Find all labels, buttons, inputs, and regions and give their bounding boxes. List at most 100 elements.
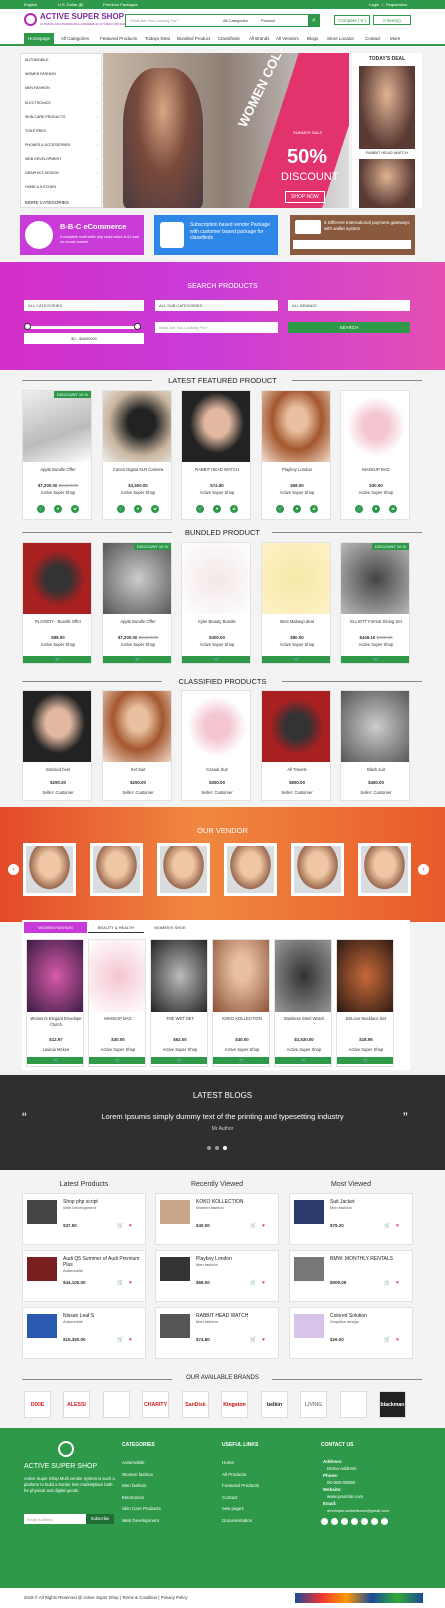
tab-beauty-health[interactable]: BEAUTY & HEALTH [88,922,144,933]
youtube-icon[interactable] [361,1518,368,1525]
newsletter-email-input[interactable]: Email Address [24,1514,86,1524]
add-to-cart-button[interactable]: 🛒 [151,1057,207,1064]
nav-all-categories[interactable]: All Categories [61,36,89,41]
add-to-cart-button[interactable]: 🛒 [337,1057,393,1064]
tab-womens-shoe[interactable]: WOMEN'S SHOE [146,922,194,933]
product-name[interactable]: Apple Bundle Offer [23,467,91,472]
footer-category-link[interactable]: Skin Care Products [122,1506,161,1511]
facebook-icon[interactable] [321,1518,328,1525]
promo-bbc[interactable]: B-B-C eCommerce A complete multi seller … [20,215,144,255]
list-item[interactable]: Playboy London Men fashion $68.00 🛒 ♥ [155,1250,279,1302]
product-image[interactable] [341,543,409,614]
nav-blogs[interactable]: Blogs [307,36,318,41]
vendor-avatar[interactable] [224,843,277,896]
promo-payment[interactable]: 5 Different International payment gatewa… [290,215,415,255]
product-card[interactable]: Stocked heel $290.30 Seller: Customer [22,690,92,801]
product-image[interactable] [182,391,250,462]
product-name[interactable]: MAKEUP BAG [341,467,409,472]
language-select[interactable]: English [24,2,37,7]
cart-icon[interactable]: 🛒 [250,1223,256,1229]
add-to-cart-button[interactable]: 🛒 [89,1057,145,1064]
category-dropdown[interactable]: ALL CATEGORIES [24,300,144,311]
compare-button[interactable]: Compare ( 0 ) [334,15,370,25]
category-item[interactable]: WOMEN FASHION [25,72,56,76]
currency-select[interactable]: U.S. Dollar ($) [58,2,83,7]
register-link[interactable]: Registration [386,2,407,7]
cart-icon[interactable]: 🛒 [117,1280,123,1286]
cart-icon[interactable]: 🛒 [250,1280,256,1286]
heart-icon[interactable]: ♥ [54,505,62,513]
product-card[interactable]: MAKEUP BAG $30.00 Active Super Shop 🛒 [88,939,146,1067]
brand-logo[interactable]: CHARITY [142,1391,169,1418]
shop-now-button[interactable]: SHOP NOW [285,191,325,203]
footer-category-link[interactable]: Men fashion [122,1483,147,1488]
slider-handle-min[interactable] [24,323,31,330]
product-card[interactable]: Best Makeup deal $80.00 Active Super Shop 🛒 [261,542,331,664]
product-card[interactable]: BriLove Necklace Set $18.95 Active Super S… [336,939,394,1067]
cart-icon[interactable]: 🛒 [384,1337,390,1343]
pinterest-icon[interactable] [341,1518,348,1525]
google-plus-icon[interactable] [351,1518,358,1525]
logo[interactable]: ACTIVE SUPER SHOP [40,12,124,21]
product-name[interactable]: Canon Digital SLR Camera [103,467,171,472]
product-thumbnail[interactable] [160,1314,190,1338]
type-select[interactable]: Product [261,18,275,23]
product-image[interactable] [103,691,171,762]
list-item-name[interactable]: BMW: MONTHLY RENTALS [330,1256,410,1262]
list-item[interactable]: BMW: MONTHLY RENTALS $909.09 🛒 ♥ [289,1250,413,1302]
price-range-slider[interactable] [26,326,140,329]
chevron-right-icon[interactable]: › [418,864,429,875]
product-name[interactable]: All Travels [262,767,330,772]
category-item[interactable]: MEN FASHION [25,86,50,90]
product-name[interactable]: BriLove Necklace Set [337,1016,393,1028]
nav-all-brands[interactable]: All Brands [249,36,270,41]
product-card[interactable]: DISCOUNT 10 % Apple Bundle Offer $7,200.00… [102,542,172,664]
product-image[interactable] [182,543,250,614]
brand-logo[interactable]: ALESSI [63,1391,90,1418]
twitter-icon[interactable] [331,1518,338,1525]
product-name[interactable]: THE WET SET [151,1016,207,1028]
heart-icon[interactable]: ♥ [213,505,221,513]
product-name[interactable]: Black suit [341,767,409,772]
todays-deal-image[interactable] [359,66,415,149]
product-name[interactable]: Stainless Steel Watch [275,1016,331,1028]
heart-icon[interactable]: ♥ [129,1280,132,1286]
heart-icon[interactable]: ♥ [293,505,301,513]
product-thumbnail[interactable] [27,1200,57,1224]
brand-logo[interactable]: Kingston [221,1391,248,1418]
brand-logo[interactable]: SanDisk [182,1391,209,1418]
brand-logo[interactable]: LIVING [300,1391,327,1418]
product-image[interactable] [262,691,330,762]
premium-packages-link[interactable]: Premium Packages [103,2,138,7]
cart-icon[interactable]: 🛒 [355,505,363,513]
footer-link[interactable]: Home [222,1460,234,1465]
product-card[interactable]: MAKEUP BAG $30.00 Active Super Shop 🛒 ♥ ⇄ [340,390,410,520]
brand-logo[interactable]: DIXIE [24,1391,51,1418]
product-image[interactable] [341,391,409,462]
search-submit-button[interactable]: SEARCH [288,322,410,333]
product-card[interactable]: Kylie Beauty Bundle $300.00 Active Super S… [181,542,251,664]
compare-icon[interactable]: ⇄ [71,505,79,513]
product-image[interactable] [23,543,91,614]
list-item[interactable]: Suit Jacket Men fashion $79.20 🛒 ♥ [289,1193,413,1245]
product-name[interactable]: Set Suit [103,767,171,772]
footer-link[interactable]: Featured Products [222,1483,259,1488]
carousel-dot[interactable] [215,1146,219,1150]
product-card[interactable]: Stainless Steel Watch $4,530.00 Active Sup… [274,939,332,1067]
list-item[interactable]: RABBIT HEAD WATCH Men fashion $74.80 🛒 ♥ [155,1307,279,1359]
list-item[interactable]: Audi Q5 Summer of Audi Premium Plus Autom… [22,1250,146,1302]
list-item[interactable]: Nissan Leaf S Automobile $15,350.00 🛒 ♥ [22,1307,146,1359]
category-item[interactable]: WEB DEVELOPMENT [25,157,61,161]
product-card[interactable]: All Travels $850.00 Seller: Customer [261,690,331,801]
nav-bundled-product[interactable]: Bundled Product [177,36,210,41]
email-value[interactable]: developer.activeitzone@gmail.com [327,1508,389,1513]
product-thumbnail[interactable] [160,1257,190,1281]
product-name[interactable]: Women's Elegant Envelope Clutch [27,1016,83,1028]
product-card[interactable]: PLAYBOY - Bundle Offer $98.00 Active Super… [22,542,92,664]
product-image[interactable] [23,391,91,462]
heart-icon[interactable]: ♥ [129,1223,132,1229]
nav-store-locator[interactable]: Store Locator [327,36,354,41]
footer-category-link[interactable]: Automobile [122,1460,145,1465]
product-name[interactable]: Best Makeup deal [262,619,330,624]
product-card[interactable]: DISCOUNT 10 % ELLIOTT Formal Dining Set $4… [340,542,410,664]
